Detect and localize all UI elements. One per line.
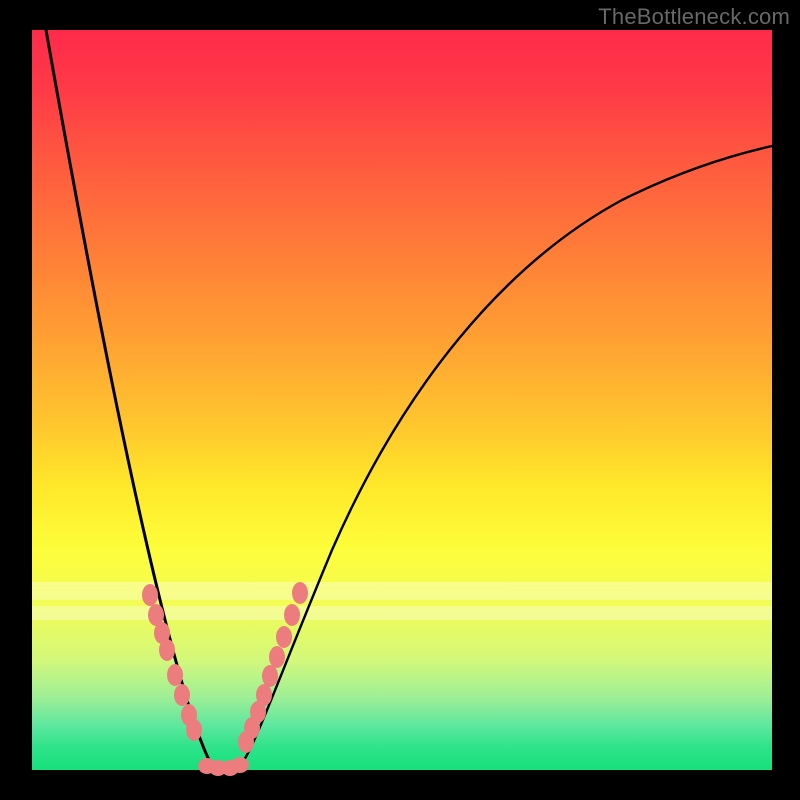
- chart-frame: TheBottleneck.com: [0, 0, 800, 800]
- marker: [142, 584, 158, 606]
- marker: [167, 664, 183, 686]
- marker: [284, 604, 300, 626]
- watermark-text: TheBottleneck.com: [598, 4, 790, 30]
- marker: [292, 582, 308, 604]
- marker: [269, 646, 285, 668]
- marker: [276, 626, 292, 648]
- data-markers: [142, 582, 308, 776]
- bottleneck-curve-left: [46, 30, 227, 768]
- bottleneck-curve-right: [227, 146, 772, 768]
- marker: [256, 684, 272, 706]
- marker: [174, 684, 190, 706]
- plot-area: [32, 30, 772, 770]
- marker: [262, 665, 278, 687]
- marker: [159, 639, 175, 661]
- curve-layer: [32, 30, 772, 770]
- marker: [186, 719, 202, 741]
- marker: [231, 757, 249, 773]
